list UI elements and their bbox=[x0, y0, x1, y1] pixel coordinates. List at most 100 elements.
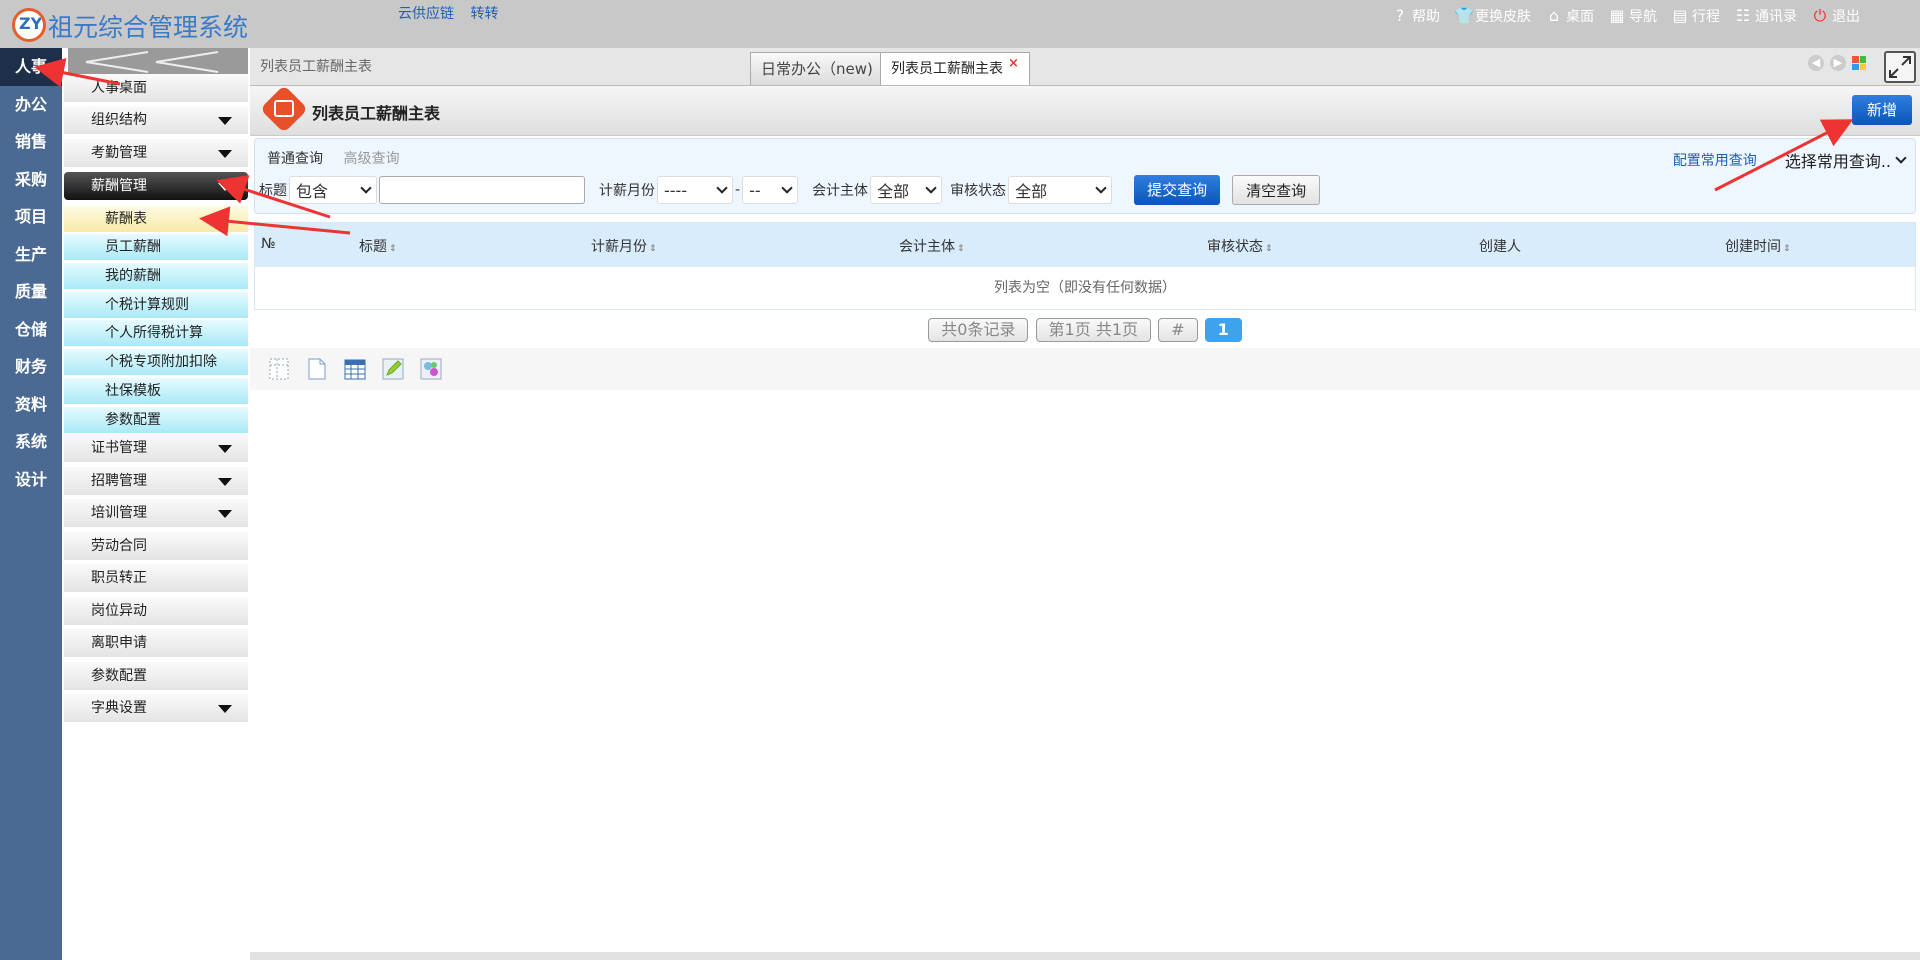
status-label: 审核状态 bbox=[950, 183, 1007, 199]
sidebar-item-resignation[interactable]: 离职申请 bbox=[64, 629, 248, 657]
sidebar-item-org-structure[interactable]: 组织结构 bbox=[64, 106, 248, 134]
sort-icon: ⇕ bbox=[957, 244, 965, 254]
module-production[interactable]: 生产 bbox=[0, 236, 62, 274]
page-header: 列表员工薪酬主表 新增 bbox=[250, 84, 1920, 136]
col-creator: 创建人 bbox=[1479, 239, 1521, 255]
sidebar-item-training[interactable]: 培训管理 bbox=[64, 499, 248, 527]
col-title[interactable]: 标题 ⇕ bbox=[359, 236, 397, 256]
pager-current-page[interactable]: 1 bbox=[1204, 318, 1242, 342]
sidebar-item-hr-desktop[interactable]: 人事桌面 bbox=[64, 74, 248, 102]
sidebar-item-labor-contract[interactable]: 劳动合同 bbox=[64, 532, 248, 560]
sidebar-subitem-tax-deduction[interactable]: 个税专项附加扣除 bbox=[64, 349, 248, 375]
module-system[interactable]: 系统 bbox=[0, 423, 62, 461]
main-content: 列表员工薪酬主表 新增 普通查询 高级查询 配置常用查询 选择常用查询.. 标题… bbox=[250, 84, 1920, 960]
tab-advanced-query[interactable]: 高级查询 bbox=[343, 151, 399, 167]
change-skin-button[interactable]: 👕 更换皮肤 bbox=[1454, 6, 1531, 26]
module-purchase[interactable]: 采购 bbox=[0, 161, 62, 199]
chevron-down-icon bbox=[218, 150, 232, 158]
close-icon[interactable]: × bbox=[1008, 56, 1019, 71]
contacts-button[interactable]: ☷ 通讯录 bbox=[1734, 6, 1797, 26]
grid-icon: ▦ bbox=[1609, 6, 1625, 25]
fullscreen-button[interactable] bbox=[1884, 51, 1916, 83]
module-quality[interactable]: 质量 bbox=[0, 273, 62, 311]
status-select[interactable]: 全部 bbox=[1008, 176, 1113, 204]
sidebar-item-regularization[interactable]: 职员转正 bbox=[64, 564, 248, 592]
next-tab-icon[interactable]: ▶ bbox=[1830, 55, 1846, 71]
chevron-down-icon bbox=[218, 117, 232, 125]
module-office[interactable]: 办公 bbox=[0, 86, 62, 124]
module-data[interactable]: 资料 bbox=[0, 386, 62, 424]
power-icon: ⏻ bbox=[1813, 6, 1827, 25]
chevron-down-icon bbox=[218, 445, 232, 453]
navigation-button[interactable]: ▦ 导航 bbox=[1608, 6, 1657, 26]
sidebar-item-position-change[interactable]: 岗位异动 bbox=[64, 597, 248, 625]
sidebar-subitem-params[interactable]: 参数配置 bbox=[64, 407, 248, 433]
tab-strip: 列表员工薪酬主表 日常办公（new) 列表员工薪酬主表 × ◀ ▶ bbox=[250, 48, 1920, 86]
module-finance[interactable]: 财务 bbox=[0, 348, 62, 386]
tab-payroll-list[interactable]: 列表员工薪酬主表 × bbox=[880, 52, 1030, 85]
entity-select[interactable]: 全部 bbox=[870, 176, 943, 204]
sidebar-item-param-config[interactable]: 参数配置 bbox=[64, 662, 248, 690]
table-header: № 标题 ⇕ 计薪月份 ⇕ 会计主体 ⇕ 审核状态 ⇕ 创建人 创建时间 ⇕ bbox=[255, 223, 1915, 267]
col-entity[interactable]: 会计主体 ⇕ bbox=[899, 236, 965, 256]
sidebar-subitem-tax-rules[interactable]: 个税计算规则 bbox=[64, 292, 248, 318]
common-query-select[interactable]: 选择常用查询.. bbox=[1779, 146, 1911, 174]
col-pay-month[interactable]: 计薪月份 ⇕ bbox=[591, 236, 657, 256]
module-hr[interactable]: 人事 bbox=[0, 48, 62, 86]
module-nav: 人事 办公 销售 采购 项目 生产 质量 仓储 财务 资料 系统 设计 bbox=[0, 48, 62, 960]
link-zhuanzhuan[interactable]: 转转 bbox=[470, 6, 498, 22]
tab-normal-query[interactable]: 普通查询 bbox=[267, 151, 323, 167]
blank-page-icon[interactable] bbox=[306, 357, 328, 381]
sidebar-item-payroll[interactable]: 薪酬管理 bbox=[64, 172, 248, 200]
tab-menu-icon[interactable] bbox=[1852, 56, 1866, 70]
sidebar-subitem-income-tax[interactable]: 个人所得税计算 bbox=[64, 320, 248, 346]
puzzle-icon[interactable] bbox=[420, 357, 442, 381]
schedule-button[interactable]: ▤ 行程 bbox=[1671, 6, 1720, 26]
logout-button[interactable]: ⏻ 退出 bbox=[1811, 6, 1860, 26]
page-title: 列表员工薪酬主表 bbox=[312, 104, 441, 123]
sort-icon: ⇕ bbox=[649, 244, 657, 254]
submit-query-button[interactable]: 提交查询 bbox=[1134, 175, 1221, 205]
data-table: № 标题 ⇕ 计薪月份 ⇕ 会计主体 ⇕ 审核状态 ⇕ 创建人 创建时间 ⇕ 列表为空（即… bbox=[254, 222, 1916, 310]
module-design[interactable]: 设计 bbox=[0, 461, 62, 499]
sidebar-subitem-my-salary[interactable]: 我的薪酬 bbox=[64, 263, 248, 289]
module-project[interactable]: 项目 bbox=[0, 198, 62, 236]
sidebar-subitem-payroll-table[interactable]: 薪酬表 bbox=[64, 206, 248, 232]
clear-query-button[interactable]: 清空查询 bbox=[1232, 175, 1321, 205]
prev-tab-icon[interactable]: ◀ bbox=[1808, 55, 1824, 71]
module-warehouse[interactable]: 仓储 bbox=[0, 311, 62, 349]
sidebar-item-dictionary[interactable]: 字典设置 bbox=[64, 694, 248, 722]
sidebar-subitem-social-security[interactable]: 社保模板 bbox=[64, 378, 248, 404]
sidebar-subitem-employee-salary[interactable]: 员工薪酬 bbox=[64, 234, 248, 260]
col-created-time[interactable]: 创建时间 ⇕ bbox=[1725, 236, 1791, 256]
calendar-grid-icon[interactable] bbox=[344, 357, 366, 381]
month-separator: - bbox=[735, 182, 741, 198]
edit-pencil-icon[interactable] bbox=[382, 357, 404, 381]
breadcrumb: 列表员工薪酬主表 bbox=[260, 59, 372, 75]
tab-daily-office[interactable]: 日常办公（new) bbox=[750, 52, 884, 85]
month-month-select[interactable]: -- bbox=[742, 176, 799, 204]
help-button[interactable]: ? 帮助 bbox=[1391, 6, 1440, 26]
col-number: № bbox=[261, 236, 276, 252]
desktop-button[interactable]: ⌂ 桌面 bbox=[1545, 6, 1594, 26]
link-cloud-supply[interactable]: 云供应链 bbox=[398, 6, 454, 22]
app-logo: ZY bbox=[12, 8, 46, 42]
pager-goto[interactable]: # bbox=[1158, 318, 1198, 342]
config-common-query-link[interactable]: 配置常用查询 bbox=[1673, 150, 1757, 170]
col-status[interactable]: 审核状态 ⇕ bbox=[1207, 236, 1273, 256]
sort-icon: ⇕ bbox=[389, 244, 397, 254]
sidebar-item-certificates[interactable]: 证书管理 bbox=[64, 434, 248, 462]
title-input[interactable] bbox=[379, 176, 585, 204]
empty-table-message: 列表为空（即没有任何数据） bbox=[994, 280, 1176, 296]
select-grid-icon[interactable] bbox=[268, 357, 290, 381]
month-year-select[interactable]: ---- bbox=[657, 176, 733, 204]
sidebar-item-attendance[interactable]: 考勤管理 bbox=[64, 139, 248, 167]
collapse-sidebar-button[interactable] bbox=[68, 48, 248, 74]
add-button[interactable]: 新增 bbox=[1852, 95, 1912, 125]
sidebar-item-recruitment[interactable]: 招聘管理 bbox=[64, 467, 248, 495]
chevron-down-icon bbox=[218, 510, 232, 518]
module-sales[interactable]: 销售 bbox=[0, 123, 62, 161]
bottom-strip bbox=[250, 952, 1920, 960]
title-operator-select[interactable]: 包含 bbox=[289, 176, 377, 204]
common-query-area: 配置常用查询 选择常用查询.. bbox=[1673, 146, 1911, 174]
